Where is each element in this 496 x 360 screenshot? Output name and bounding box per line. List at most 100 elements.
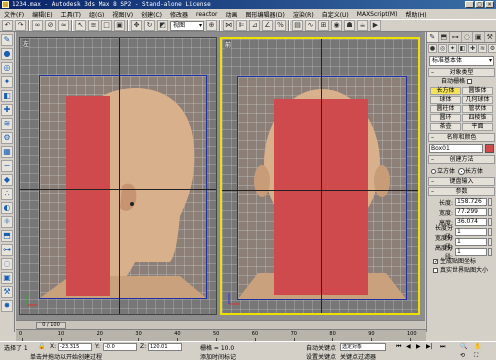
key-filter-dropdown[interactable]: 选定对象 [340,343,386,351]
align-icon[interactable]: ⊫ [236,20,247,31]
viewport-left[interactable]: 左 [19,37,217,315]
param-width-segs-input[interactable]: 1 [455,238,487,246]
radio-cube[interactable]: 立方体 [431,166,455,175]
autokey-button[interactable]: 自动关键点 [306,343,336,352]
mirror-icon[interactable]: ⋈ [223,20,234,31]
rollout-keyboard-entry[interactable]: 键盘输入 [428,177,495,186]
autogrid-checkbox[interactable]: 自动栅格 [427,78,496,86]
menu-maxscript[interactable]: MAXScript(M) [353,11,402,18]
radio-cube-dot[interactable] [431,169,436,174]
cameras-icon[interactable]: ◧ [458,44,467,53]
particles-icon[interactable]: ∴ [1,188,13,200]
move-icon[interactable]: ✥ [131,20,142,31]
render-scene-icon[interactable]: ☗ [344,20,355,31]
shapes-icon[interactable]: ◎ [438,44,447,53]
menu-group[interactable]: 组(G) [85,10,108,19]
radio-box-dot[interactable] [458,168,466,175]
menu-animation[interactable]: 动画 [222,10,242,19]
helpers-icon[interactable]: ✚ [1,104,13,116]
cameras-icon[interactable]: ◧ [1,90,13,102]
minimize-button[interactable]: _ [465,1,474,8]
param-length-segs-input[interactable]: 1 [455,228,487,236]
go-to-end-icon[interactable]: ⏭ [440,343,445,351]
crossing-icon[interactable]: ▣ [114,20,125,31]
lights-icon[interactable]: ✦ [448,44,457,53]
select-by-name-icon[interactable]: ≡ [88,20,99,31]
mesh-icon[interactable]: ◆ [1,174,13,186]
next-frame-icon[interactable]: ▶| [426,343,433,350]
helpers-icon[interactable]: ✚ [468,44,477,53]
snap-icon[interactable]: ⊿ [249,20,260,31]
systems-icon[interactable]: ⚙ [1,132,13,144]
primitive-plane-button[interactable]: 平面 [462,123,493,131]
lock-icon[interactable]: 🔒 [38,343,45,350]
param-height-segs-spinner[interactable] [488,248,492,256]
redo-icon[interactable]: ↷ [15,20,26,31]
real-world-size-checkbox[interactable]: 真实世界贴图大小 [427,266,496,275]
radio-box[interactable]: 长方体 [458,166,483,175]
tab-display[interactable]: ▣ [473,32,485,42]
display-icon[interactable]: ▣ [1,272,13,284]
param-length-input[interactable]: 158.726 [455,198,487,206]
param-length-spinner[interactable] [488,198,492,206]
y-coordinate-field[interactable]: -0.0 [103,343,137,351]
menu-help[interactable]: 帮助(H) [401,10,430,19]
pivot-icon[interactable]: ⊕ [206,20,217,31]
primitive-teapot-button[interactable]: 茶壶 [430,123,461,131]
set-key-button[interactable]: 设置关键点 [306,352,336,360]
play-icon[interactable]: ▶ [416,343,421,350]
render-type-icon[interactable]: ▶ [370,20,381,31]
nurbs-icon[interactable]: ∽ [1,160,13,172]
viewport-label[interactable]: 左 [23,39,30,48]
prev-frame-icon[interactable]: ◀ [406,343,411,350]
autogrid-box[interactable] [467,79,473,84]
quick-render-icon[interactable]: ☕ [357,20,368,31]
track-bar[interactable]: 0 10 20 30 40 50 60 70 80 90 100 [16,329,426,341]
curve-editor-icon[interactable]: ∿ [305,20,316,31]
orbit-icon[interactable]: ⟲ [460,352,465,359]
object-name-field[interactable]: Box01 [429,144,483,153]
lights-icon[interactable]: ✦ [1,76,13,88]
modify-icon[interactable]: ⬒ [1,230,13,242]
pan-icon[interactable]: ✋ [474,343,481,350]
maximize-viewport-icon[interactable]: ⛶ [474,352,478,360]
param-height-input[interactable]: 36.074 [455,218,487,226]
bind-icon[interactable]: ≈ [58,20,69,31]
param-length-segs-spinner[interactable] [488,228,492,236]
unlink-icon[interactable]: ⊘ [45,20,56,31]
close-button[interactable]: × [485,1,494,8]
geometry-icon[interactable]: ● [1,48,13,60]
geometry-icon[interactable]: ● [428,44,437,53]
tab-motion[interactable]: ◌ [462,32,473,42]
scale-icon[interactable]: ◩ [157,20,168,31]
key-filters-button[interactable]: 关键点过滤器 [340,352,376,360]
undo-icon[interactable]: ↶ [2,20,13,31]
angle-snap-icon[interactable]: ∠ [262,20,273,31]
dynamics-icon[interactable]: ⚛ [1,216,13,228]
primitive-geosphere-button[interactable]: 几何球体 [462,96,493,104]
menu-views[interactable]: 视图(V) [108,10,137,19]
primitive-pyramid-button[interactable]: 四棱锥 [462,114,493,122]
link-icon[interactable]: ∞ [32,20,43,31]
select-icon[interactable]: ↖ [75,20,86,31]
create-icon[interactable]: ✎ [1,34,13,46]
menu-edit[interactable]: 编辑(E) [28,10,56,19]
param-height-spinner[interactable] [488,218,492,226]
real-world-size-box[interactable] [433,268,438,273]
tab-utilities[interactable]: ⚒ [485,32,496,42]
material-editor-icon[interactable]: ◉ [331,20,342,31]
viewport-label[interactable]: 前 [225,40,232,49]
menu-create[interactable]: 创建(C) [137,10,166,19]
go-to-start-icon[interactable]: ⏮ [396,343,401,351]
add-time-tag[interactable]: 添加时间标记 [200,352,236,360]
rollout-name-color[interactable]: 名称和颜色 [428,133,495,142]
param-width-input[interactable]: 77.299 [455,208,487,216]
object-color-swatch[interactable] [485,144,494,153]
schematic-icon[interactable]: ⊞ [318,20,329,31]
maximize-button[interactable]: □ [475,1,484,8]
menu-reactor[interactable]: reactor [192,11,222,18]
spacewarps-icon[interactable]: ≋ [1,118,13,130]
tab-hierarchy[interactable]: ⊶ [450,32,462,42]
tab-modify[interactable]: ⬒ [439,32,450,42]
reference-coordinate-dropdown[interactable]: 视图 [170,20,204,31]
